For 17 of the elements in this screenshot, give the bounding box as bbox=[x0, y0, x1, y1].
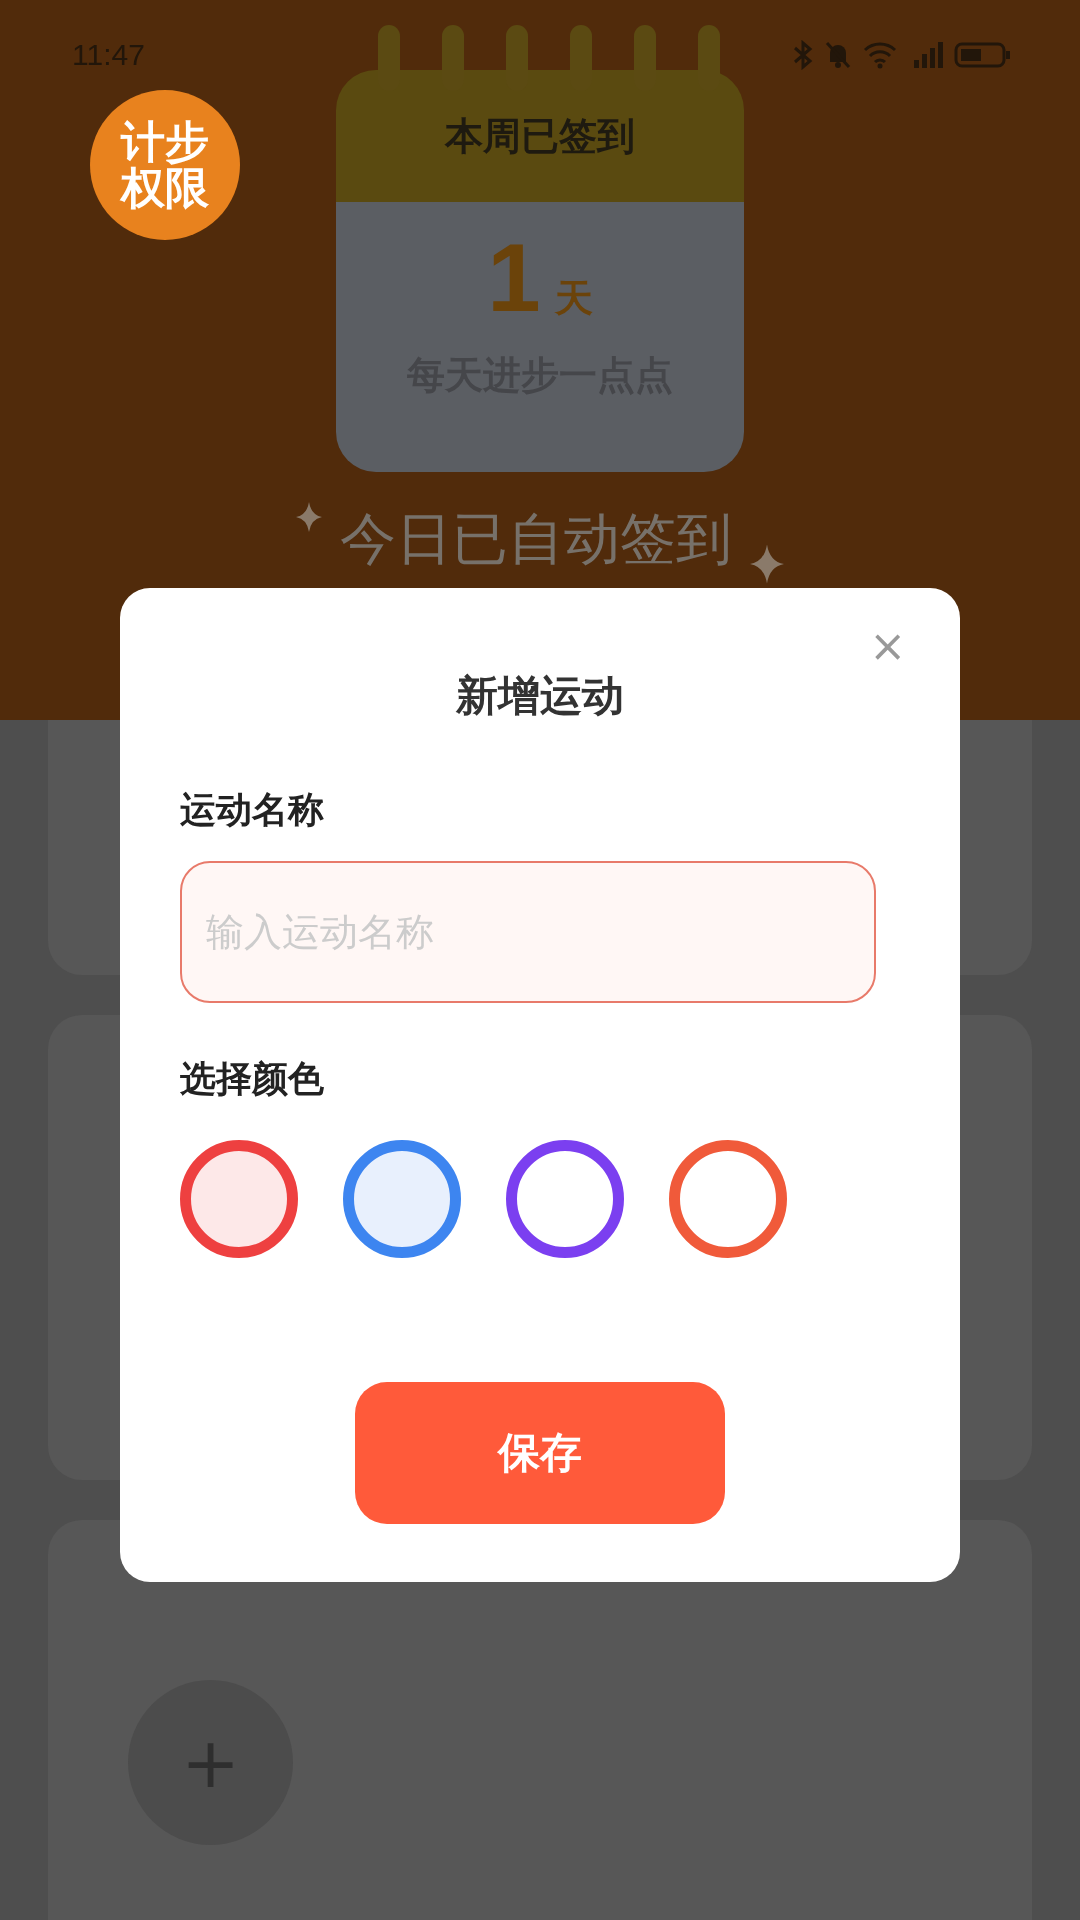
sparkle-icon bbox=[750, 544, 784, 584]
calendar-title: 本周已签到 bbox=[445, 112, 635, 160]
checkin-status: 今日已自动签到 bbox=[340, 505, 732, 573]
add-button[interactable]: + bbox=[128, 1680, 293, 1845]
battery-icon bbox=[954, 40, 1012, 70]
bluetooth-icon bbox=[792, 40, 814, 70]
checkin-count: 1 bbox=[487, 230, 541, 326]
field-label: 运动名称 bbox=[180, 788, 325, 832]
field-label: 选择颜色 bbox=[180, 1057, 325, 1101]
wifi-icon bbox=[862, 40, 898, 70]
close-button[interactable]: × bbox=[863, 624, 912, 668]
checkin-unit: 天 bbox=[554, 275, 593, 322]
save-button[interactable]: 保存 bbox=[355, 1382, 725, 1524]
sparkle-icon bbox=[296, 502, 322, 532]
muted-bell-icon bbox=[824, 40, 852, 70]
step-permission-badge[interactable]: 计步权限 bbox=[90, 90, 240, 240]
dialog-title: 新增运动 bbox=[455, 670, 625, 722]
